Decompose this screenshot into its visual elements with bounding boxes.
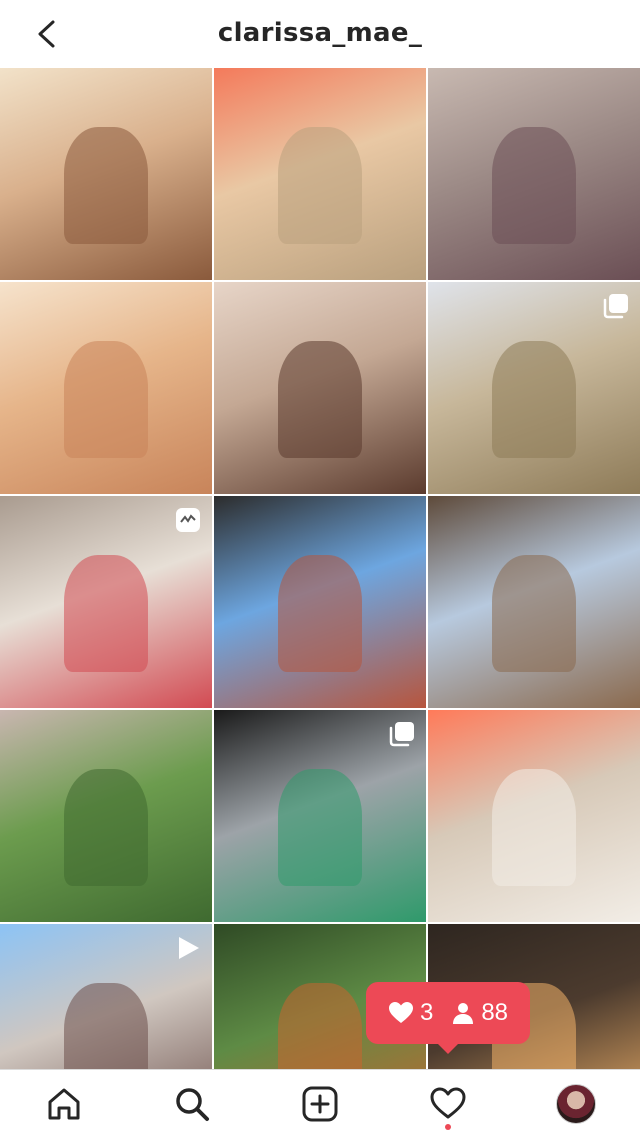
post-image (277, 127, 363, 244)
nav-activity[interactable] (416, 1072, 480, 1136)
post-sound-bath-duo[interactable] (0, 68, 212, 280)
post-selfie-dogs[interactable] (214, 710, 426, 922)
nav-profile[interactable] (544, 1072, 608, 1136)
reels-icon (174, 506, 202, 539)
play-icon (174, 934, 202, 967)
search-icon (176, 1088, 209, 1121)
post-image (277, 555, 363, 672)
nav-home[interactable] (32, 1072, 96, 1136)
multiple-posts-icon (388, 720, 416, 753)
person-icon (453, 1003, 474, 1024)
post-image (491, 127, 577, 244)
avatar (556, 1084, 596, 1124)
post-deck-meditation[interactable] (214, 496, 426, 708)
post-image (491, 555, 577, 672)
followers-count: 88 (451, 999, 508, 1027)
post-outdoor-class[interactable] (0, 710, 212, 922)
post-bowls-room[interactable] (0, 282, 212, 494)
post-singing-bowls[interactable] (214, 68, 426, 280)
activity-dot (445, 1124, 451, 1130)
post-image (63, 555, 149, 672)
bottom-nav (0, 1069, 640, 1138)
post-yoga-pose-kneeling[interactable] (428, 68, 640, 280)
post-yoga-back[interactable] (0, 496, 212, 708)
post-bowl-seated[interactable] (428, 710, 640, 922)
post-image (63, 341, 149, 458)
followers-count-text: 88 (481, 999, 509, 1026)
post-image (63, 769, 149, 886)
heart-icon (388, 1002, 413, 1023)
nav-search[interactable] (160, 1072, 224, 1136)
post-image (491, 769, 577, 886)
top-bar: clarissa_mae_ (0, 0, 640, 68)
post-bridge-yoga[interactable] (428, 496, 640, 708)
likes-count-text: 3 (419, 999, 434, 1026)
heart-icon (430, 1087, 466, 1119)
post-portrait[interactable] (214, 282, 426, 494)
plus-square-icon (302, 1086, 338, 1122)
post-image (63, 127, 149, 244)
post-dog-field[interactable] (428, 282, 640, 494)
post-image (491, 341, 577, 458)
page-title: clarissa_mae_ (217, 18, 423, 48)
likes-count: 3 (388, 999, 433, 1027)
multiple-posts-icon (602, 292, 630, 325)
post-image (277, 769, 363, 886)
nav-create[interactable] (288, 1072, 352, 1136)
home-icon (48, 1088, 80, 1120)
post-image (277, 341, 363, 458)
posts-grid (0, 68, 640, 1136)
activity-notification[interactable]: 3 88 (366, 982, 530, 1054)
